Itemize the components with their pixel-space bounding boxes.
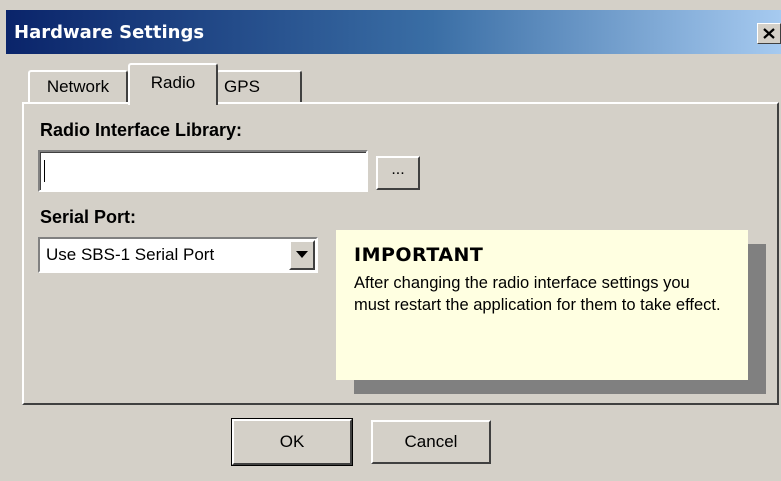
notice-title: IMPORTANT <box>354 244 484 266</box>
window-title: Hardware Settings <box>14 22 205 43</box>
cancel-button[interactable]: Cancel <box>371 420 491 464</box>
serial-port-value: Use SBS-1 Serial Port <box>46 245 215 264</box>
close-icon <box>763 28 775 39</box>
hardware-settings-dialog: Hardware Settings Network Radio GPS Radi… <box>0 0 781 481</box>
window-frame-edge <box>0 0 6 481</box>
close-button[interactable] <box>757 23 781 44</box>
serial-port-select[interactable]: Use SBS-1 Serial Port <box>38 237 318 273</box>
tab-radio[interactable]: Radio <box>128 63 218 105</box>
browse-button[interactable]: ... <box>376 156 420 190</box>
serial-port-label: Serial Port: <box>40 207 137 227</box>
title-bar[interactable]: Hardware Settings <box>6 10 781 54</box>
radio-tab-panel: Radio Interface Library: ... Serial Port… <box>22 102 779 405</box>
radio-library-label: Radio Interface Library: <box>40 120 243 140</box>
notice-body: After changing the radio interface setti… <box>354 274 721 314</box>
tab-gps[interactable]: GPS <box>216 70 302 102</box>
chevron-down-icon <box>296 251 308 258</box>
radio-library-input[interactable] <box>38 150 368 192</box>
text-caret <box>44 160 45 182</box>
ok-button[interactable]: OK <box>231 418 353 466</box>
tab-network[interactable]: Network <box>28 70 128 102</box>
important-notice: IMPORTANT After changing the radio inter… <box>336 230 748 380</box>
dropdown-button[interactable] <box>289 240 315 270</box>
